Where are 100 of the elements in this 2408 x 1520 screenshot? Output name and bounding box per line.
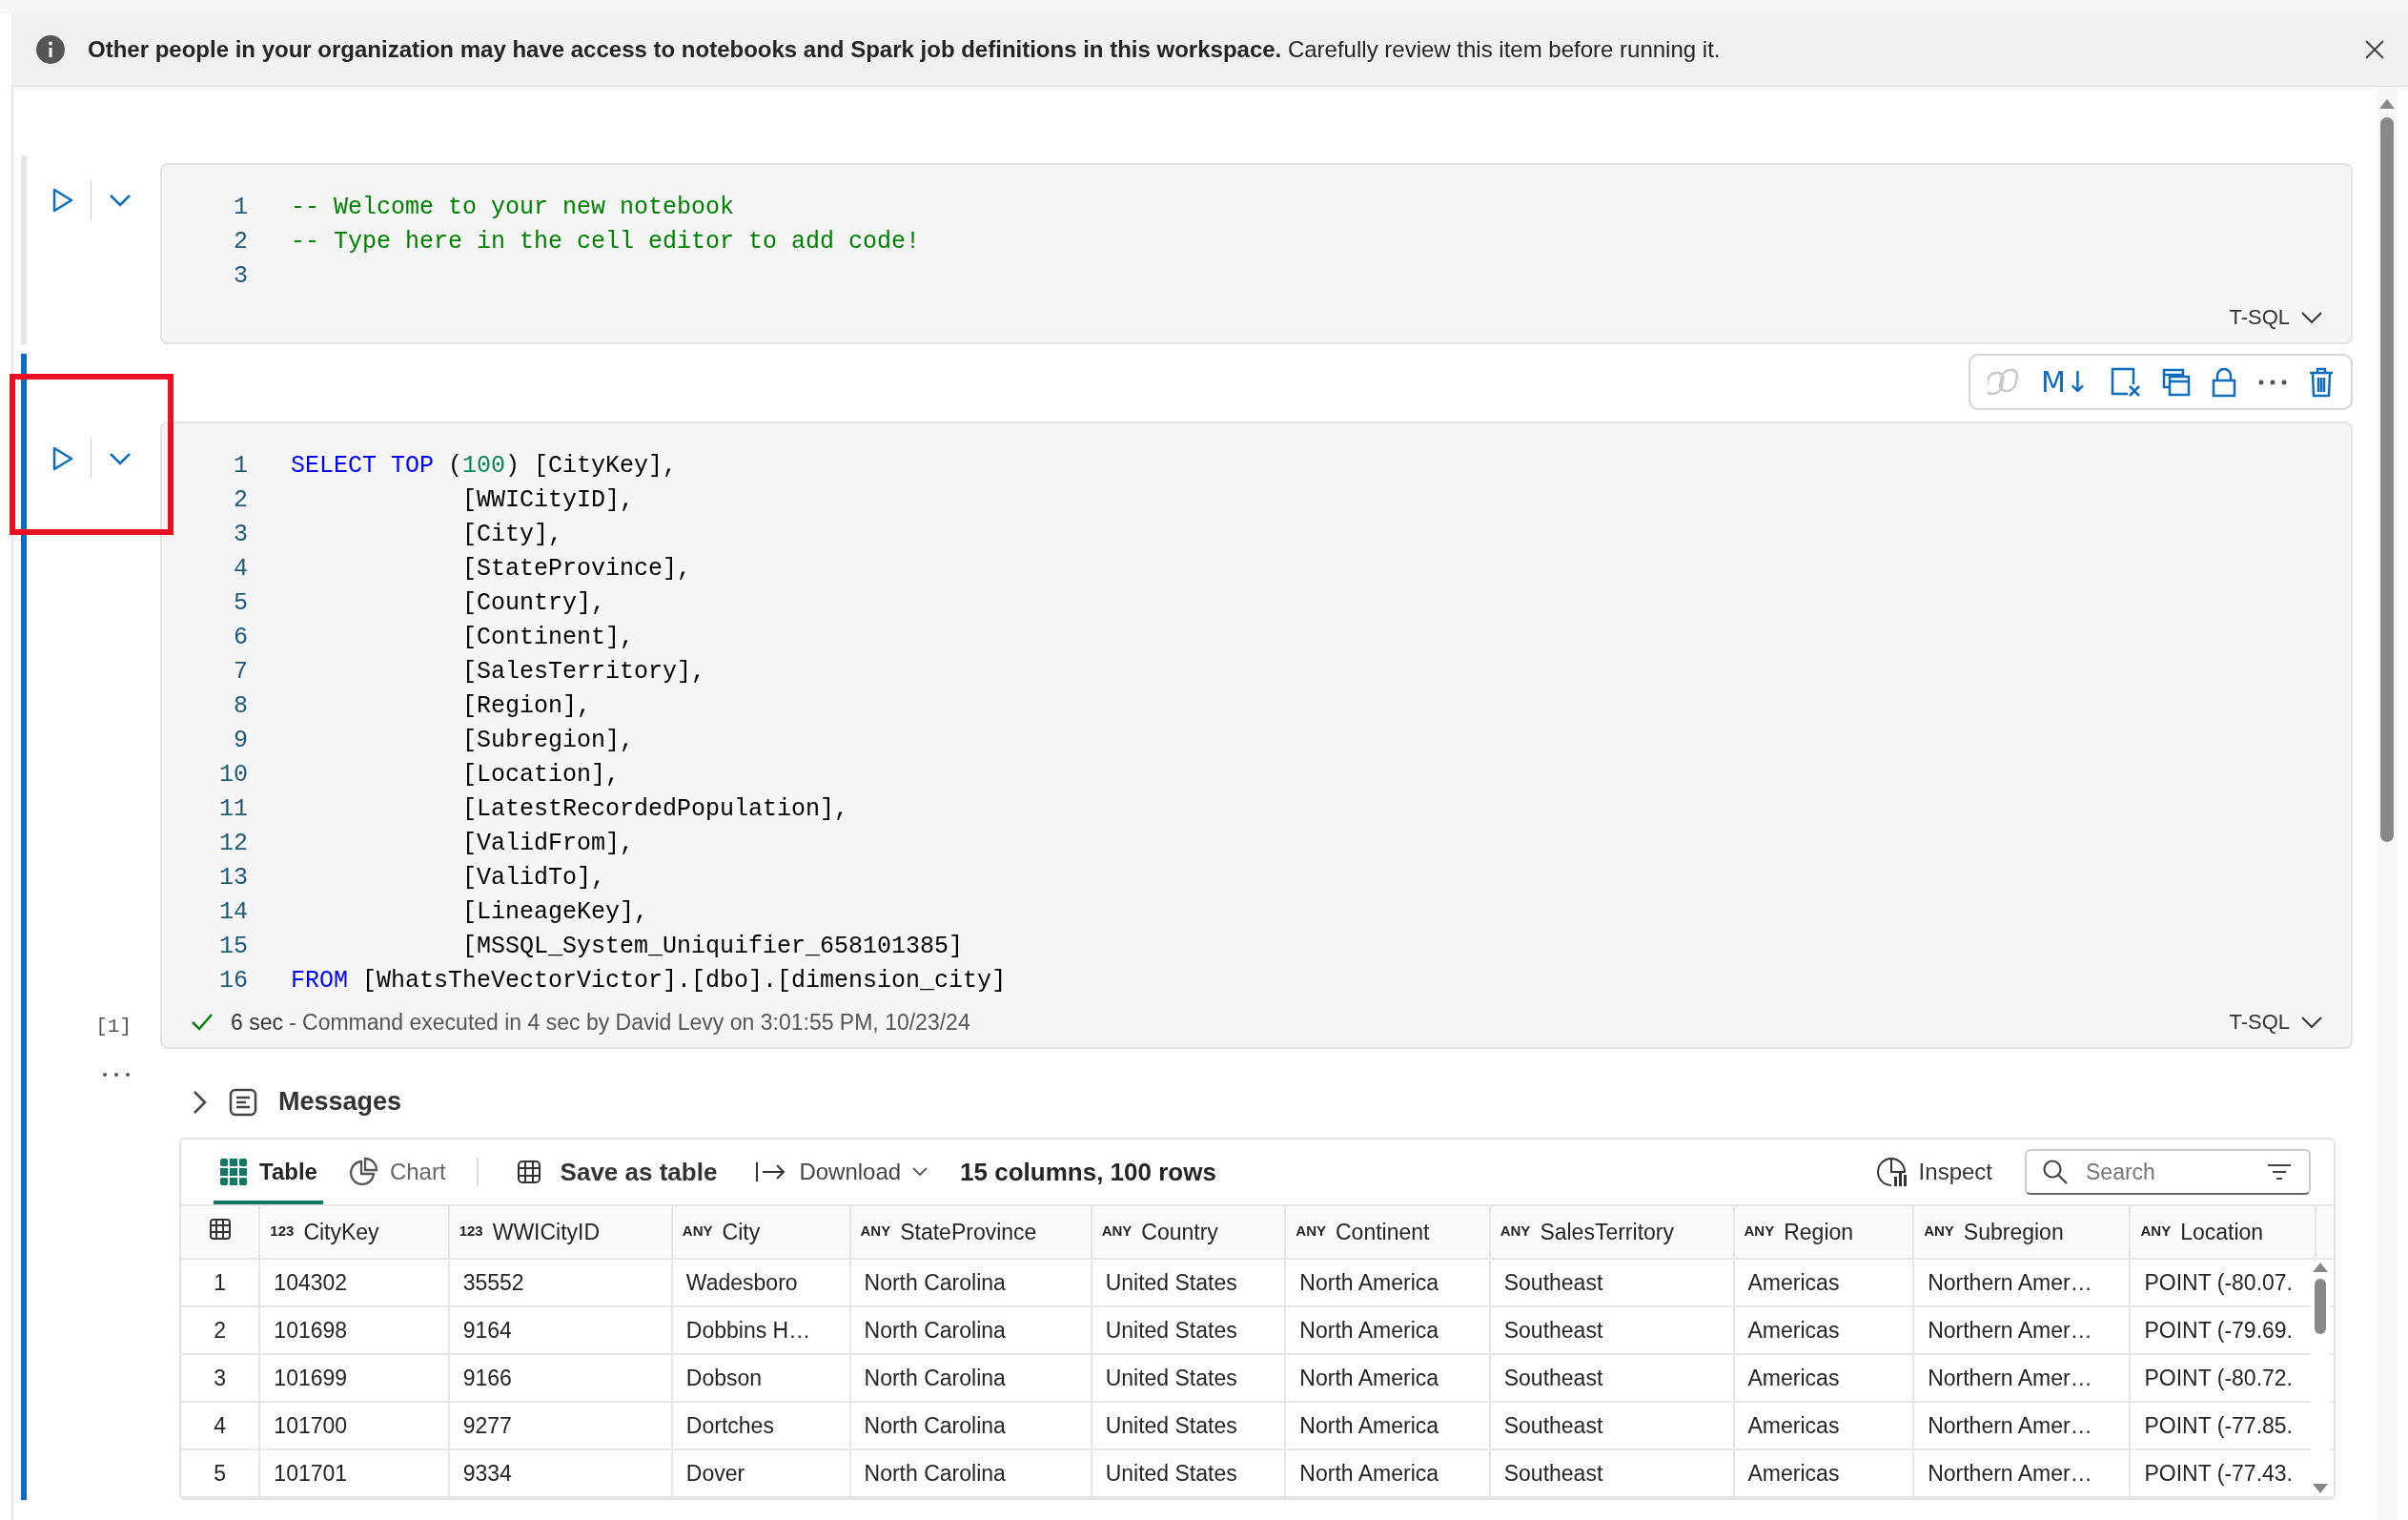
scroll-thumb[interactable] [2380, 117, 2394, 842]
table-cell: Americas [1747, 1460, 1840, 1486]
run-icon[interactable] [52, 188, 73, 213]
banner-message: Other people in your organization may have access to notebooks and Spark job definitions in this workspace. Carefully review this item before running it. [88, 36, 1722, 63]
code-line: [StateProvince], [461, 554, 692, 583]
code-editor[interactable]: 1 -- Welcome to your new notebook 2 -- Type here in the cell editor to add code! 3 T-SQL [160, 163, 2353, 344]
column-type: ANY [1101, 1222, 1133, 1239]
line-number: 11 [218, 794, 249, 823]
code-line: [Subregion], [461, 726, 635, 754]
row-number: 1 [214, 1269, 227, 1295]
table-cell: 101701 [274, 1460, 348, 1486]
column-header[interactable]: StateProvince [900, 1219, 1037, 1244]
table-cell: POINT (-80.72. [2144, 1365, 2293, 1390]
table-cell: POINT (-77.85. [2144, 1412, 2293, 1438]
delete-icon[interactable] [2309, 366, 2334, 398]
lock-icon[interactable] [2212, 366, 2236, 398]
table-icon[interactable] [208, 1218, 232, 1241]
line-number: 2 [233, 227, 249, 256]
table-cell: Southeast [1503, 1412, 1603, 1438]
table-cell: 101698 [274, 1317, 348, 1343]
table-cell: 101700 [274, 1412, 348, 1438]
line-number: 12 [218, 829, 249, 857]
scroll-up-icon[interactable] [2378, 98, 2396, 110]
table-cell: 9164 [462, 1317, 512, 1343]
table-cell: United States [1105, 1317, 1237, 1343]
table-cell: North America [1299, 1365, 1439, 1390]
column-header[interactable]: Subregion [1963, 1219, 2064, 1244]
table-cell: North Carolina [864, 1317, 1006, 1343]
column-header[interactable]: Continent [1336, 1219, 1430, 1244]
column-header[interactable]: SalesTerritory [1540, 1219, 1674, 1244]
table-cell: North Carolina [864, 1365, 1006, 1390]
code-line: [Country], [461, 588, 606, 617]
run-icon[interactable] [52, 446, 73, 471]
chevron-down-icon [2301, 1017, 2322, 1028]
column-header[interactable]: Location [2180, 1219, 2264, 1244]
language-dropdown[interactable]: T-SQL [2223, 1009, 2328, 1036]
table-cell: United States [1105, 1365, 1237, 1390]
column-header[interactable]: Region [1784, 1219, 1854, 1244]
code-line: [WWICityID], [461, 485, 635, 514]
line-number: 9 [233, 726, 249, 754]
column-header[interactable]: CityKey [303, 1219, 379, 1244]
line-number: 8 [233, 691, 249, 720]
line-number: 3 [233, 520, 249, 548]
table-cell: Northern Amer… [1928, 1412, 2092, 1438]
table-cell: POINT (-77.43. [2144, 1460, 2293, 1486]
column-header[interactable]: WWICityID [492, 1219, 601, 1244]
column-type: 123 [459, 1222, 483, 1239]
language-dropdown[interactable]: T-SQL [2223, 304, 2328, 331]
code-line: [SalesTerritory], [461, 657, 706, 686]
table-cell: North America [1299, 1317, 1439, 1343]
more-icon[interactable] [2257, 378, 2288, 386]
table-cell: Northern Amer… [1928, 1317, 2092, 1343]
execution-count: [1] [95, 1016, 132, 1037]
copy-icon[interactable] [2162, 367, 2191, 397]
line-number: 10 [218, 760, 249, 789]
grid-icon [219, 1158, 248, 1186]
execution-duration: 6 sec [231, 1009, 283, 1036]
code-line: [Region], [461, 691, 592, 720]
scroll-up-icon[interactable] [2312, 1262, 2329, 1273]
column-header[interactable]: City [722, 1219, 761, 1244]
messages-label[interactable]: Messages [278, 1087, 402, 1117]
table-icon [516, 1160, 541, 1184]
column-header[interactable]: Country [1141, 1219, 1218, 1244]
markdown-toggle-button[interactable]: M↓ [2040, 365, 2090, 399]
table-cell: North America [1299, 1412, 1439, 1438]
code-line: -- Welcome to your new notebook [291, 193, 735, 221]
table-cell: POINT (-79.69. [2144, 1317, 2293, 1343]
clear-output-icon[interactable] [2111, 366, 2141, 398]
page-scrollbar[interactable] [2377, 87, 2397, 1520]
column-type: ANY [1296, 1222, 1326, 1239]
table-cell: Dobson [685, 1365, 763, 1390]
save-as-table-button[interactable]: Save as table [510, 1156, 724, 1188]
filter-icon[interactable] [2267, 1163, 2292, 1181]
table-cell: Americas [1747, 1365, 1840, 1390]
table-cell: 104302 [274, 1269, 348, 1295]
more-icon[interactable] [101, 1072, 132, 1078]
line-number: 15 [218, 932, 249, 960]
chevron-down-icon[interactable] [109, 194, 132, 207]
table-cell: Southeast [1503, 1269, 1603, 1295]
table-cell: Northern Amer… [1928, 1460, 2092, 1486]
close-icon[interactable] [2364, 39, 2385, 60]
scroll-down-icon[interactable] [2312, 1483, 2329, 1494]
table-cell: Northern Amer… [1928, 1365, 2092, 1390]
table-cell: Americas [1747, 1269, 1840, 1295]
download-button[interactable]: Download [749, 1158, 934, 1186]
chevron-icon[interactable] [193, 1089, 208, 1115]
table-cell: Dover [685, 1460, 745, 1486]
chevron-down-icon[interactable] [109, 452, 132, 465]
column-type: ANY [1924, 1222, 1954, 1239]
line-number: 5 [233, 588, 249, 617]
line-number: 4 [233, 554, 249, 583]
table-cell: Wadesboro [685, 1269, 798, 1295]
line-number: 2 [233, 485, 249, 514]
inspect-button[interactable]: Inspect [1868, 1155, 1998, 1189]
caret-icon [912, 1167, 929, 1177]
line-number: 1 [233, 193, 249, 221]
table-cell: North Carolina [864, 1269, 1006, 1295]
scroll-thumb[interactable] [2315, 1279, 2326, 1334]
view-tab[interactable]: Chart [341, 1140, 452, 1204]
search-field[interactable]: Search [2025, 1149, 2311, 1195]
